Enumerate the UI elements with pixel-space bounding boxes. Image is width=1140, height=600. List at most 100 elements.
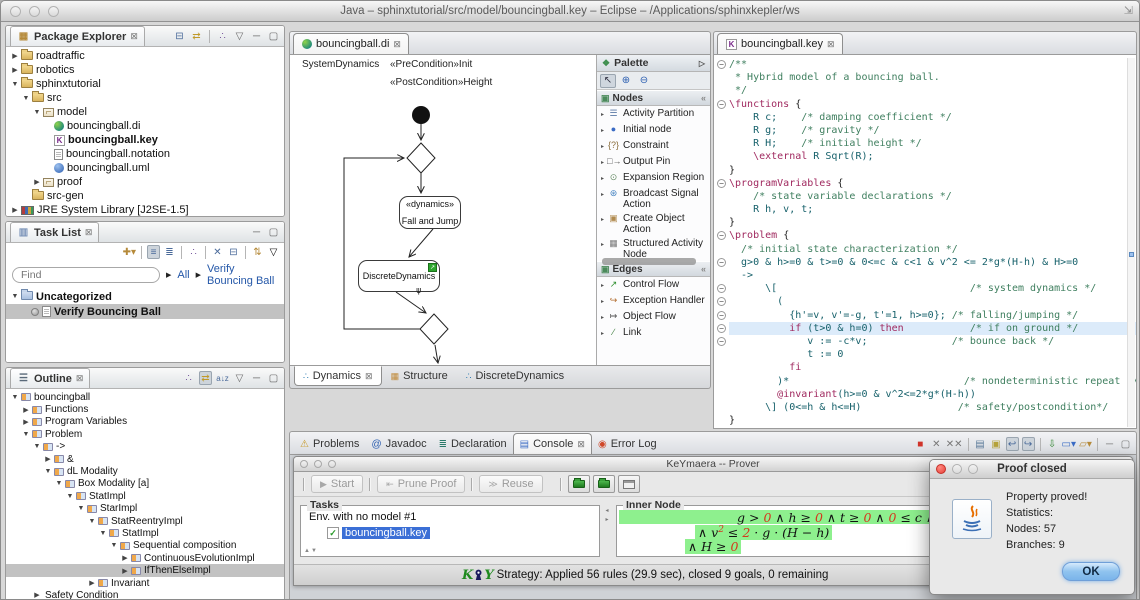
outline-item[interactable]: ▼dL Modality [6, 465, 284, 477]
code-line[interactable]: -> [714, 269, 1136, 282]
fold-collapse-icon[interactable]: − [714, 335, 729, 348]
outline-item[interactable]: ▼bouncingball [6, 391, 284, 403]
maximize-view-icon[interactable]: ▢ [267, 225, 280, 239]
outline-item[interactable]: ▼StatImpl [6, 527, 284, 539]
code-line[interactable]: t := 0 [714, 348, 1136, 361]
pin-console-icon[interactable]: ⇩ [1046, 437, 1059, 451]
code-line[interactable]: @invariant(h>=0 & v^2<=2*g*(H-h)) [714, 388, 1136, 401]
outline-item[interactable]: ▼Problem [6, 428, 284, 440]
package-explorer-tab[interactable]: ▦ Package Explorer ⊠ [10, 26, 145, 46]
save-proof-button[interactable] [618, 475, 640, 493]
collapse-all-icon[interactable]: ⊟ [227, 245, 240, 259]
expanded-twistie-icon[interactable]: ▼ [98, 530, 108, 537]
package-explorer-item[interactable]: bouncingball.key [6, 133, 284, 147]
tab-declaration[interactable]: ≣ Declaration [433, 434, 513, 454]
tab-console[interactable]: ▤ Console ⊠ [513, 433, 592, 454]
expanded-twistie-icon[interactable]: ▼ [65, 493, 75, 500]
precondition-label[interactable]: «PreCondition»Init [390, 59, 472, 70]
palette-collapse-icon[interactable]: ▷ [699, 59, 705, 68]
dialog-titlebar[interactable]: Proof closed [930, 460, 1134, 479]
code-line[interactable]: − \[ /* system dynamics */ [714, 282, 1136, 295]
code-line[interactable]: \] (0<=h & h<=H) /* safety/postcondition… [714, 401, 1136, 414]
clear-console-icon[interactable]: ▤ [974, 437, 987, 451]
expanded-twistie-icon[interactable]: ▼ [87, 518, 97, 525]
code-line[interactable]: R h, v, t; [714, 203, 1136, 216]
collapsed-twistie-icon[interactable]: ▶ [120, 567, 130, 575]
collapsed-twistie-icon[interactable]: ▶ [10, 206, 20, 214]
code-line[interactable]: −\programVariables { [714, 177, 1136, 190]
outline-item[interactable]: ▶Invariant [6, 577, 284, 589]
collapsed-twistie-icon[interactable]: ▶ [21, 418, 31, 426]
splitter-arrow-icon[interactable]: ▸ [605, 516, 608, 523]
code-line[interactable]: − if (t>0 & h=0) then /* if on ground */ [714, 322, 1136, 335]
scroll-lock-icon[interactable]: ▣ [990, 437, 1003, 451]
code-line[interactable]: R H; /* initial height */ [714, 137, 1136, 150]
palette-item-object-flow[interactable]: ▸↦Object Flow [597, 309, 710, 325]
package-explorer-item[interactable]: src-gen [6, 189, 284, 203]
categorized-mode-icon[interactable]: ≡ [147, 245, 160, 259]
tab-discretedynamics[interactable]: ∴ DiscreteDynamics [457, 366, 573, 386]
zoom-out-tool-icon[interactable]: ⊖ [636, 74, 652, 88]
outline-item[interactable]: ▼Sequential composition [6, 540, 284, 552]
collapsed-twistie-icon[interactable]: ▶ [21, 406, 31, 414]
outline-item[interactable]: ▼StatReentryImpl [6, 515, 284, 527]
code-line[interactable]: } [714, 414, 1136, 427]
close-view-icon[interactable]: ⊠ [85, 227, 93, 238]
view-menu-icon[interactable]: ▽ [233, 371, 246, 385]
partition-label[interactable]: SystemDynamics [302, 59, 379, 70]
zoom-in-tool-icon[interactable]: ⊕ [618, 74, 634, 88]
initial-node[interactable] [412, 106, 430, 124]
tab-problems[interactable]: ⚠ Problems [294, 434, 365, 454]
ok-button[interactable]: OK [1062, 562, 1120, 581]
control-flow-edge[interactable] [409, 229, 433, 257]
code-line[interactable]: fi [714, 361, 1136, 374]
splitter[interactable]: ◂ ▸ [602, 505, 612, 557]
palette-item-broadcast-signal-action[interactable]: ▸⊛Broadcast Signal Action [597, 186, 710, 211]
splitter-arrow-icon[interactable]: ◂ [605, 507, 608, 514]
view-menu-icon[interactable]: ▽ [267, 245, 280, 259]
collapsed-twistie-icon[interactable]: ▶ [32, 178, 42, 186]
open-console-icon[interactable]: ▱▾ [1079, 437, 1092, 451]
expanded-twistie-icon[interactable]: ▼ [32, 443, 42, 450]
code-line[interactable]: } [714, 164, 1136, 177]
fold-collapse-icon[interactable]: − [714, 177, 729, 190]
package-explorer-item[interactable]: ▼src [6, 91, 284, 105]
package-explorer-item[interactable]: bouncingball.uml [6, 161, 284, 175]
outline-item[interactable]: ▼Box Modality [a] [6, 478, 284, 490]
close-tab-icon[interactable]: ⊠ [827, 39, 835, 50]
dynamics-action-node[interactable]: «dynamics» Fall and Jump [399, 196, 461, 229]
scheduled-mode-icon[interactable]: ≣ [163, 245, 176, 259]
expanded-twistie-icon[interactable]: ▼ [21, 95, 31, 102]
code-line[interactable]: − ( [714, 295, 1136, 308]
tab-structure[interactable]: ▦ Structure [382, 366, 457, 386]
code-line[interactable]: −/** [714, 58, 1136, 71]
view-menu-icon[interactable]: ▽ [233, 29, 246, 43]
scroll-arrows-icon[interactable]: ▲▼ [304, 548, 318, 554]
palette-item-control-flow[interactable]: ▸↗Control Flow [597, 277, 710, 293]
maximize-view-icon[interactable]: ▢ [267, 371, 280, 385]
scope-all-link[interactable]: All [177, 269, 189, 281]
occurrence-marker[interactable] [1129, 252, 1134, 257]
code-line[interactable]: −\problem { [714, 229, 1136, 242]
outline-item[interactable]: ▶Functions [6, 403, 284, 415]
fold-collapse-icon[interactable]: − [714, 282, 729, 295]
maximize-view-icon[interactable]: ▢ [267, 29, 280, 43]
palette-header[interactable]: ❖ Palette ▷ [597, 55, 710, 72]
palette-item-activity-partition[interactable]: ▸☰Activity Partition [597, 106, 710, 122]
package-explorer-item[interactable]: ▶proof [6, 175, 284, 189]
palette-item-exception-handler[interactable]: ▸↪Exception Handler [597, 293, 710, 309]
palette-item-expansion-region[interactable]: ▸⊙Expansion Region [597, 170, 710, 186]
reuse-button[interactable]: ≫ Reuse [479, 475, 542, 493]
collapsed-twistie-icon[interactable]: ▶ [10, 52, 20, 60]
minimize-view-icon[interactable]: ─ [250, 371, 263, 385]
palette-drawer-nodes[interactable]: ▣Nodes« [597, 90, 710, 106]
collapsed-twistie-icon[interactable]: ▶ [120, 554, 130, 562]
fold-collapse-icon[interactable]: − [714, 309, 729, 322]
code-line[interactable]: − v := -c*v; /* bounce back */ [714, 335, 1136, 348]
code-line[interactable]: )* /* nondeterministic repeat */ [714, 375, 1136, 388]
package-explorer-item[interactable]: bouncingball.notation [6, 147, 284, 161]
activity-diagram[interactable]: SystemDynamics «PreCondition»Init «PostC… [290, 55, 596, 365]
palette-item-initial-node[interactable]: ▸●Initial node [597, 122, 710, 138]
decision-node-2[interactable] [420, 314, 448, 344]
code-line[interactable]: * Hybrid model of a bouncing ball. [714, 71, 1136, 84]
